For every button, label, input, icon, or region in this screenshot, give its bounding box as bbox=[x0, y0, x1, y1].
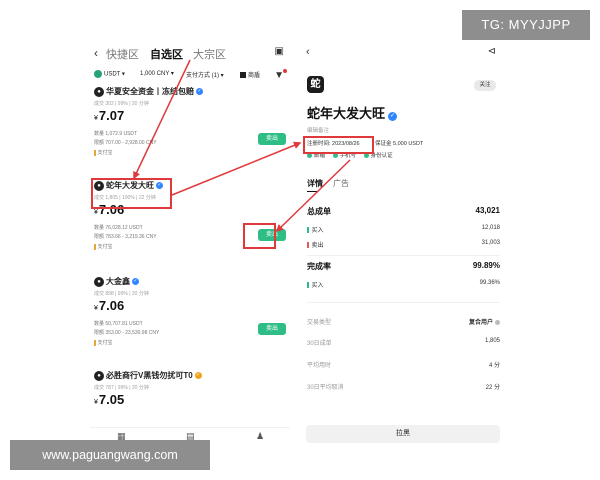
merchant-stats: 成交 787 | 99% | 20 分钟 bbox=[94, 385, 149, 391]
offer-limit: 限额 353.00 - 23,530.98 CNY bbox=[94, 330, 160, 336]
verified-badge-icon: ✓ bbox=[388, 112, 398, 121]
info-icon bbox=[495, 319, 500, 325]
merchant-stats: 成交 898 | 99% | 20 分钟 bbox=[94, 291, 149, 297]
offer-limit: 限额 707.00 - 2,928.00 CNY bbox=[94, 140, 157, 146]
verified-badge-icon: ✓ bbox=[196, 88, 203, 96]
payment-select[interactable]: 支付方式 (1) ▾ bbox=[186, 70, 224, 79]
merchant-shield-checkbox[interactable]: 商盾 bbox=[240, 70, 260, 79]
offer-card[interactable]: ● 华夏安全资金丨冻结包赔 ✓ 成交 302 | 99% | 20 分钟 ¥7.07… bbox=[94, 86, 286, 178]
merchant-header[interactable]: ● 必胜商行V黑钱勿扰可T0 ✓ bbox=[94, 370, 202, 382]
total-orders-row: 总成单 43,021 bbox=[307, 206, 500, 216]
tab-ads[interactable]: 广告 bbox=[333, 178, 349, 189]
back-arrow-icon[interactable]: ‹ bbox=[94, 46, 98, 60]
orders-30d-row: 30日成单 1,805 bbox=[307, 338, 500, 347]
checkbox-icon bbox=[240, 72, 246, 79]
gold-badge-icon: ✓ bbox=[194, 372, 202, 380]
offer-quantity: 数量 50,707.81 USDT bbox=[94, 321, 143, 327]
registration-highlight-box bbox=[303, 136, 374, 154]
sell-button[interactable]: 卖出 bbox=[258, 323, 286, 335]
security-deposit: 保证金 5,000 USDT bbox=[375, 141, 424, 147]
offer-card[interactable]: ● 大金鑫 ✓ 成交 898 | 99% | 20 分钟 ¥7.06 数量 50,7… bbox=[94, 276, 286, 368]
payment-method: 支付宝 bbox=[94, 149, 113, 156]
verified-badge-icon: ✓ bbox=[132, 278, 139, 286]
merchant-avatar: ● bbox=[94, 370, 104, 381]
avg-time-row: 平均用时 4 分 bbox=[307, 363, 500, 369]
follow-button[interactable]: 关注 bbox=[474, 80, 496, 91]
merchant-avatar: 蛇 bbox=[307, 76, 324, 93]
sell-button-highlight-box bbox=[243, 223, 276, 249]
filter-funnel-icon[interactable]: ▼ bbox=[274, 69, 287, 81]
merchant-name: 必胜商行V黑钱勿扰可T0 bbox=[106, 371, 193, 380]
tab-custom[interactable]: 自选区 bbox=[150, 46, 183, 62]
profile-nav-icon[interactable]: ♟ bbox=[256, 431, 264, 442]
divider bbox=[307, 255, 500, 256]
scan-icon[interactable]: ▣ bbox=[275, 46, 284, 57]
site-watermark: www.paguangwang.com bbox=[10, 440, 210, 470]
usdt-icon bbox=[94, 70, 102, 78]
merchant-header[interactable]: ● 大金鑫 ✓ bbox=[94, 276, 139, 288]
merchant-name: 蛇年大发大旺 ✓ bbox=[307, 106, 398, 121]
offer-price: ¥7.07 bbox=[94, 108, 125, 123]
merchant-avatar: ● bbox=[94, 86, 104, 97]
block-button[interactable]: 拉黑 bbox=[306, 425, 500, 443]
offer-price: ¥7.06 bbox=[94, 298, 125, 313]
tab-bulk[interactable]: 大宗区 bbox=[193, 46, 226, 62]
sell-button[interactable]: 卖出 bbox=[258, 133, 286, 145]
merchant-name: 大金鑫 bbox=[106, 277, 130, 286]
avg-cancel-row: 30日平均取消 22 分 bbox=[307, 385, 500, 391]
merchant-name: 华夏安全资金丨冻结包赔 bbox=[106, 87, 194, 96]
merchant-detail-screen: ‹ ⊲ 蛇 关注 蛇年大发大旺 ✓ 编辑备注 注册时间: 2023/08/26 保… bbox=[300, 40, 510, 445]
merchant-avatar: ● bbox=[94, 276, 104, 287]
telegram-watermark: TG: MYYJJPP bbox=[462, 10, 590, 40]
merchant-highlight-box bbox=[91, 178, 172, 209]
offer-quantity: 数量 76,028.12 USDT bbox=[94, 225, 143, 231]
sell-orders-row: 卖出 31,003 bbox=[307, 240, 500, 252]
edit-remark-link[interactable]: 编辑备注 bbox=[307, 126, 329, 134]
completion-rate-row: 完成率 99.89% bbox=[307, 261, 500, 271]
buy-rate-row: 买入 99.36% bbox=[307, 280, 500, 292]
share-icon[interactable]: ⊲ bbox=[488, 46, 496, 57]
offer-limit: 限额 783.66 - 3,219.36 CNY bbox=[94, 234, 157, 240]
offer-price: ¥7.05 bbox=[94, 392, 125, 407]
merchant-header[interactable]: ● 华夏安全资金丨冻结包赔 ✓ bbox=[94, 86, 203, 98]
detail-header: ‹ ⊲ bbox=[300, 46, 510, 60]
market-tabs: ‹ 快捷区 自选区 大宗区 ▣ bbox=[94, 46, 286, 62]
buy-orders-row: 买入 12,018 bbox=[307, 225, 500, 237]
tab-quick[interactable]: 快捷区 bbox=[106, 46, 139, 62]
filter-bar: USDT ▾ 1,000 CNY ▾ 支付方式 (1) ▾ 商盾 ▼ bbox=[94, 68, 287, 82]
divider bbox=[307, 302, 500, 303]
back-arrow-icon[interactable]: ‹ bbox=[306, 46, 310, 58]
payment-method: 支付宝 bbox=[94, 339, 113, 346]
offer-card[interactable]: ● 必胜商行V黑钱勿扰可T0 ✓ 成交 787 | 99% | 20 分钟 ¥7.0… bbox=[94, 370, 286, 420]
offer-quantity: 数量 1,072.9 USDT bbox=[94, 131, 138, 137]
amount-select[interactable]: 1,000 CNY ▾ bbox=[140, 70, 174, 77]
payment-method: 支付宝 bbox=[94, 243, 113, 250]
merchant-stats: 成交 302 | 99% | 20 分钟 bbox=[94, 101, 149, 107]
trade-type-row: 交易类型 复合用户 bbox=[307, 317, 500, 329]
asset-select[interactable]: USDT ▾ bbox=[94, 70, 125, 78]
tab-details[interactable]: 详情 bbox=[307, 178, 323, 192]
